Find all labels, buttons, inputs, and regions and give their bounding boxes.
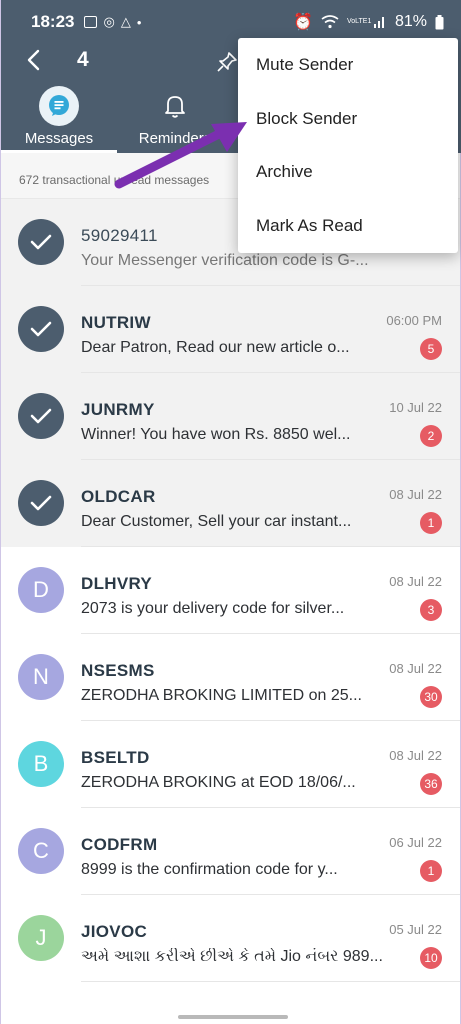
message-snippet: Winner! You have won Rs. 8850 wel... xyxy=(81,426,351,443)
back-button[interactable] xyxy=(13,40,53,80)
unread-count-badge: 1 xyxy=(420,860,442,882)
home-indicator xyxy=(178,1015,288,1019)
checkmark-icon xyxy=(30,495,52,511)
message-time: 10 Jul 22 xyxy=(389,400,442,415)
message-time: 06:00 PM xyxy=(386,313,442,328)
message-time: 08 Jul 22 xyxy=(389,748,442,763)
message-snippet: Dear Patron, Read our new article o... xyxy=(81,339,350,356)
more-notifications-icon: • xyxy=(136,14,142,30)
sender-name: NUTRIW xyxy=(81,313,151,332)
unread-count-badge: 3 xyxy=(420,599,442,621)
conversation-row[interactable]: C CODFRM 8999 is the confirmation code for… xyxy=(1,808,460,895)
message-snippet: અમે આશા કરીએ છીએ કે તમે Jio નંબર 989... xyxy=(81,948,383,965)
conversation-row[interactable]: J JIOVOC અમે આશા કરીએ છીએ કે તમે Jio નંબર … xyxy=(1,895,460,982)
sender-name: DLHVRY xyxy=(81,574,153,593)
conversation-list: 59029411 Your Messenger verification code… xyxy=(1,199,460,982)
sender-avatar[interactable]: B xyxy=(18,741,64,787)
battery-percent: 81% xyxy=(394,13,427,30)
network-label: VoLTE1 xyxy=(346,18,372,25)
whatsapp-notification-icon: ◎ xyxy=(103,14,115,29)
message-time: 06 Jul 22 xyxy=(389,835,442,850)
sender-name: JIOVOC xyxy=(81,922,148,941)
wifi-icon xyxy=(321,15,339,29)
message-snippet: 2073 is your delivery code for silver... xyxy=(81,600,345,617)
sender-name: BSELTD xyxy=(81,748,150,767)
checkmark-icon xyxy=(30,408,52,424)
overflow-menu: Mute Sender Block Sender Archive Mark As… xyxy=(238,38,458,253)
selected-check-avatar[interactable] xyxy=(18,219,64,265)
checkmark-icon xyxy=(30,234,52,250)
sender-name: JUNRMY xyxy=(81,400,155,419)
unread-count-badge: 2 xyxy=(420,425,442,447)
tab-messages-label: Messages xyxy=(24,130,94,147)
back-arrow-icon xyxy=(27,49,40,71)
conversation-row[interactable]: N NSESMS ZERODHA BROKING LIMITED on 25... 0… xyxy=(1,634,460,721)
status-time: 18:23 xyxy=(31,12,75,31)
unread-count-badge: 36 xyxy=(420,773,442,795)
selected-check-avatar[interactable] xyxy=(18,306,64,352)
bell-icon xyxy=(165,96,185,118)
row-divider xyxy=(81,981,460,982)
conversation-row[interactable]: D DLHVRY 2073 is your delivery code for si… xyxy=(1,547,460,634)
message-time: 08 Jul 22 xyxy=(389,661,442,676)
conversation-row[interactable]: NUTRIW Dear Patron, Read our new article … xyxy=(1,286,460,373)
sender-name: CODFRM xyxy=(81,835,158,854)
gallery-notification-icon xyxy=(84,16,98,28)
sender-avatar[interactable]: C xyxy=(18,828,64,874)
sender-name: NSESMS xyxy=(81,661,155,680)
message-snippet: ZERODHA BROKING LIMITED on 25... xyxy=(81,687,362,704)
selected-check-avatar[interactable] xyxy=(18,393,64,439)
unread-count-badge: 1 xyxy=(420,512,442,534)
conversation-row[interactable]: JUNRMY Winner! You have won Rs. 8850 wel.… xyxy=(1,373,460,460)
pin-icon xyxy=(217,52,237,72)
tab-messages[interactable]: Messages xyxy=(1,84,117,153)
menu-item-mark-as-read[interactable]: Mark As Read xyxy=(238,199,458,253)
message-snippet: Dear Customer, Sell your car instant... xyxy=(81,513,352,530)
message-snippet: 8999 is the confirmation code for y... xyxy=(81,861,338,878)
menu-item-block-sender[interactable]: Block Sender xyxy=(238,92,458,146)
status-notification-icons: ◎ △ • xyxy=(84,14,141,30)
unread-count-badge: 10 xyxy=(420,947,442,969)
menu-item-mute-sender[interactable]: Mute Sender xyxy=(238,38,458,92)
battery-icon xyxy=(435,14,444,29)
alarm-icon: ⏰ xyxy=(293,14,313,31)
signal-icon xyxy=(373,17,384,28)
message-time: 05 Jul 22 xyxy=(389,922,442,937)
sender-name: OLDCAR xyxy=(81,487,156,506)
sender-avatar[interactable]: D xyxy=(18,567,64,613)
app-notification-icon: △ xyxy=(120,14,131,29)
message-snippet: Your Messenger verification code is G-..… xyxy=(81,252,369,269)
chat-bubble-icon xyxy=(49,95,69,116)
sender-name: 59029411 xyxy=(81,226,158,245)
annotation-arrow xyxy=(114,122,247,189)
tab-messages-icon-bg xyxy=(39,86,79,126)
selected-count: 4 xyxy=(77,48,89,71)
conversation-row[interactable]: B BSELTD ZERODHA BROKING at EOD 18/06/... 0… xyxy=(1,721,460,808)
sender-avatar[interactable]: J xyxy=(18,915,64,961)
menu-item-archive[interactable]: Archive xyxy=(238,146,458,200)
message-snippet: ZERODHA BROKING at EOD 18/06/... xyxy=(81,774,356,791)
message-time: 08 Jul 22 xyxy=(389,574,442,589)
message-time: 08 Jul 22 xyxy=(389,487,442,502)
checkmark-icon xyxy=(30,321,52,337)
conversation-row[interactable]: OLDCAR Dear Customer, Sell your car insta… xyxy=(1,460,460,547)
unread-count-badge: 5 xyxy=(420,338,442,360)
selected-check-avatar[interactable] xyxy=(18,480,64,526)
unread-count-badge: 30 xyxy=(420,686,442,708)
sender-avatar[interactable]: N xyxy=(18,654,64,700)
